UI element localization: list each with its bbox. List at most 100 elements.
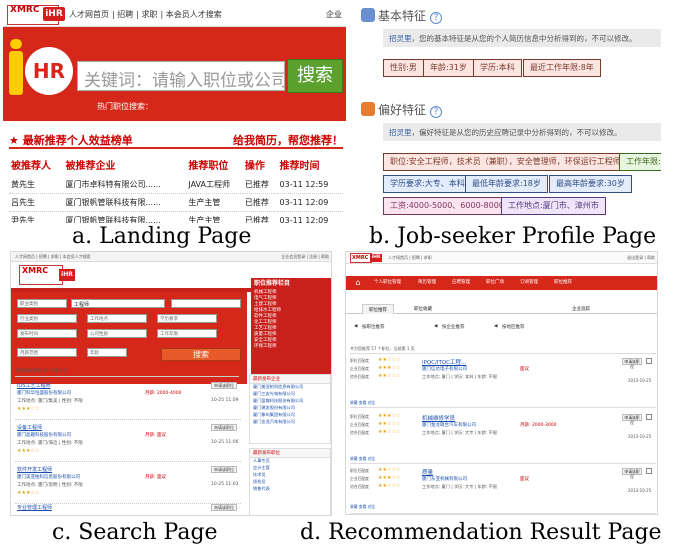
job-title-link[interactable]: iPQC/ITQC工程... xyxy=(422,358,466,366)
publish-date: 10-25 11:06 xyxy=(211,440,239,445)
age-select[interactable]: 年龄 xyxy=(87,348,127,357)
company-type-select[interactable]: 公司性质 xyxy=(87,329,147,338)
select-checkbox[interactable] xyxy=(646,358,652,364)
table-row[interactable]: 黄先生 厦门市卓科特有限公司...... JAVA工程师 已推荐 03-11 1… xyxy=(9,176,343,194)
col-company: 被推荐企业 xyxy=(65,161,116,172)
company-item[interactable]: 厦门建发股份有限公司 xyxy=(250,405,330,412)
nav-resume-manage[interactable]: 简历管理 xyxy=(418,279,436,287)
apply-button[interactable]: 申请该职位 xyxy=(622,358,642,369)
recommend-list-title: ★ 最新推荐个人效益榜单 xyxy=(9,134,133,147)
company-item[interactable]: 厦门盈趣科技股份有限公司 xyxy=(250,398,330,405)
row-actions[interactable]: 收藏 查看 对比 xyxy=(350,400,375,406)
enterprise-link[interactable]: 企业 xyxy=(326,9,342,20)
job-title-link[interactable]: 软件开发工程师 xyxy=(17,466,52,473)
nav-job-square[interactable]: 职位广场 xyxy=(486,279,504,287)
apply-button[interactable]: 申请该职位 xyxy=(211,424,237,431)
list-item[interactable]: 职位匹配度 企业匹配度 综合匹配度 ★★☆☆☆ ★★★☆☆ ★★☆☆☆ 质量 厦… xyxy=(350,466,656,514)
nav-talent-search-link[interactable]: 本会员人才搜索 xyxy=(166,10,222,19)
keyword-search-input[interactable]: 关键词：请输入职位或公司 xyxy=(77,61,285,91)
job-item[interactable]: 人事专员 xyxy=(250,458,330,465)
company-link[interactable]: 厦门盈趣科技股份有限公司 xyxy=(17,432,71,438)
site-logo[interactable]: XMRC xyxy=(19,265,63,285)
nav-job-manage[interactable]: 个人职位管理 xyxy=(374,279,401,287)
recommend-item[interactable]: 环保工程师 xyxy=(254,344,328,350)
help-icon[interactable]: ? xyxy=(430,106,443,118)
table-row[interactable]: 吕先生 厦门银帆管联科技有限...... 生产主管 已推荐 03-11 12:0… xyxy=(9,193,343,212)
company-link[interactable]: 厦门东亚机械有限公司 xyxy=(422,476,467,482)
company-item[interactable]: 厦门三安光电有限公司 xyxy=(250,391,330,398)
preference-features-icon xyxy=(361,102,375,116)
job-title-link[interactable]: 机械维修学员 xyxy=(422,414,455,422)
company-item[interactable]: 厦门金龙汽车有限公司 xyxy=(250,419,330,426)
apply-button[interactable]: 申请该职位 xyxy=(622,468,642,479)
company-link[interactable]: 厦门金龙联合汽车有限公司 xyxy=(422,422,476,428)
job-item[interactable]: 技术员 xyxy=(250,472,330,479)
search-button[interactable]: 搜索 xyxy=(287,59,343,93)
salary: 月薪: 面议 xyxy=(145,475,166,480)
tab-company-track[interactable]: 企业追踪 xyxy=(566,304,596,314)
match-stars-icon: ★★☆☆☆ xyxy=(378,483,401,489)
rec-top-right[interactable]: 退出登录 | 帮助 xyxy=(627,255,655,261)
job-item[interactable]: 销售代表 xyxy=(250,486,330,493)
company-link[interactable]: 厦门科华恒盛股份有限公司 xyxy=(17,390,71,396)
search-top-nav[interactable]: 人才网首页 | 招聘 | 求职 | 本会员人才搜索 xyxy=(15,254,91,259)
row-actions[interactable]: 收藏 查看 对比 xyxy=(350,456,375,462)
row-actions[interactable]: 收藏 查看 对比 xyxy=(350,504,375,510)
select-checkbox[interactable] xyxy=(646,414,652,420)
list-item[interactable]: 软件开发工程师 厦门美亚柏科信息股份有限公司 工作地点: 厦门/思明 | 性别:… xyxy=(15,464,241,504)
location-input[interactable] xyxy=(171,299,241,308)
nav-apply-manage[interactable]: 应聘管理 xyxy=(452,279,470,287)
tab-job-favorites[interactable]: 职位收藏 xyxy=(408,304,438,314)
publish-time-select[interactable]: 发布时间 xyxy=(17,329,77,338)
send-resume-link[interactable]: 给我简历，帮您推荐！ xyxy=(233,132,343,148)
company-item[interactable]: 厦门美亚柏科信息有限公司 xyxy=(250,384,330,391)
job-title-link[interactable]: 专业管理工程师 xyxy=(17,504,52,511)
salary-select[interactable]: 月薪范围 xyxy=(17,348,77,357)
job-category-select[interactable]: 职业类别 xyxy=(17,299,67,308)
nav-recruit-link[interactable]: 招聘 xyxy=(117,10,133,19)
search-top-right[interactable]: 企业会员登录 | 注册 | 帮助 xyxy=(281,254,329,260)
nav-home-link[interactable]: 人才网首页 xyxy=(69,10,109,19)
help-icon[interactable]: ? xyxy=(430,12,443,24)
job-title-link[interactable]: 质量 xyxy=(422,468,433,476)
company-link[interactable]: 厦门信达电子有限公司 xyxy=(422,366,467,372)
job-item[interactable]: 会计主管 xyxy=(250,465,330,472)
rec-main-nav: ⌂ 个人职位管理 简历管理 应聘管理 职位广场 订阅管理 职位推荐 xyxy=(346,276,657,290)
list-item[interactable]: IOS工艺工程师 厦门科华恒盛股份有限公司 工作地点: 厦门/集美 | 性别: … xyxy=(15,380,241,420)
list-item[interactable]: 设备工程师 厦门盈趣科技股份有限公司 工作地点: 厦门/海沧 | 性别: 不限 … xyxy=(15,422,241,462)
search-button[interactable]: 搜索 xyxy=(161,348,241,361)
job-title-link[interactable]: 设备工程师 xyxy=(17,424,42,431)
nav-job-recommend[interactable]: 职位推荐 xyxy=(554,279,572,287)
company-item[interactable]: 厦门象屿集团有限公司 xyxy=(250,412,330,419)
filter-by-job[interactable]: 按职位推荐 xyxy=(362,324,385,330)
apply-button[interactable]: 申请该职位 xyxy=(211,504,237,511)
apply-button[interactable]: 申请该职位 xyxy=(211,466,237,473)
list-item[interactable]: 职位匹配度 企业匹配度 综合匹配度 ★★★☆☆ ★★☆☆☆ ★★☆☆☆ 机械维修… xyxy=(350,412,656,464)
job-item[interactable]: 质检员 xyxy=(250,479,330,486)
site-logo[interactable]: XMRC xyxy=(350,253,372,263)
filter-by-region[interactable]: 按地区推荐 xyxy=(502,324,525,330)
work-years-select[interactable]: 工作年限 xyxy=(157,329,217,338)
job-title-link[interactable]: IOS工艺工程师 xyxy=(17,382,51,389)
select-checkbox[interactable] xyxy=(646,468,652,474)
home-icon[interactable]: ⌂ xyxy=(350,278,366,288)
education-select[interactable]: 学历要求 xyxy=(157,314,217,323)
table-row[interactable]: 尹先生 厦门银帆管联科技有限...... 生产主管 已推荐 03-11 12:0… xyxy=(9,211,343,223)
list-item[interactable]: 职位匹配度 企业匹配度 综合匹配度 ★★☆☆☆ ★★★☆☆ ★★☆☆☆ iPQC… xyxy=(350,356,656,408)
match-stars-icon: ★★☆☆☆ xyxy=(378,373,401,379)
filter-by-company[interactable]: 按企业推荐 xyxy=(442,324,465,330)
nav-jobseek-link[interactable]: 求职 xyxy=(142,10,158,19)
industry-select[interactable]: 行业类别 xyxy=(17,314,77,323)
work-location-select[interactable]: 工作地点 xyxy=(87,314,147,323)
rec-top-nav[interactable]: 人才网首页 | 招聘 | 求职 xyxy=(388,255,432,261)
tab-job-recommend[interactable]: 职位推荐 xyxy=(362,304,394,314)
apply-button[interactable]: 申请该职位 xyxy=(211,382,237,389)
caption-recommendation: d. Recommendation Result Page xyxy=(300,520,662,545)
recommend-column-box: 职位推荐栏目 机械工程师 电气工程师 土建工程师 给排水工程师 软件工程师 化工… xyxy=(251,278,331,384)
nav-subscription[interactable]: 订阅管理 xyxy=(520,279,538,287)
apply-button[interactable]: 申请该职位 xyxy=(622,414,642,425)
company-link[interactable]: 厦门美亚柏科信息股份有限公司 xyxy=(17,474,80,480)
keyword-input[interactable]: 工程师 xyxy=(71,299,165,308)
list-item[interactable]: 专业管理工程师 申请该职位 xyxy=(15,502,241,515)
latest-jobs-title: 最新发布职位 xyxy=(250,449,330,458)
